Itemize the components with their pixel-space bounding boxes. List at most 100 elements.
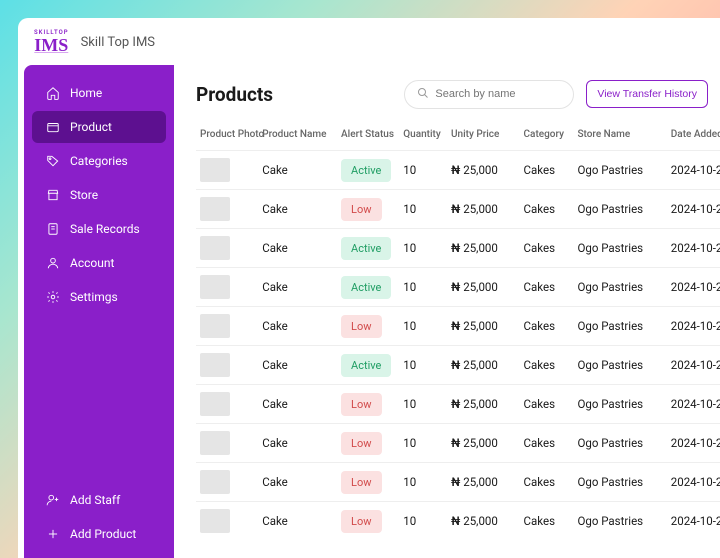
store-name: Ogo Pastries: [573, 424, 666, 463]
status-badge: Low: [341, 471, 381, 494]
table-row[interactable]: CakeActive10₦25,000CakesOgo Pastries2024…: [196, 229, 720, 268]
product-name: Cake: [258, 346, 337, 385]
quantity: 10: [399, 424, 447, 463]
table-row[interactable]: CakeLow10₦25,000CakesOgo Pastries2024-10…: [196, 463, 720, 502]
sidebar-item-add-product[interactable]: Add Product: [32, 518, 166, 550]
table-row[interactable]: CakeLow10₦25,000CakesOgo Pastries2024-10…: [196, 502, 720, 541]
date-added: 2024-10-25: [667, 151, 720, 190]
quantity: 10: [399, 229, 447, 268]
status-badge: Low: [341, 510, 381, 533]
quantity: 10: [399, 385, 447, 424]
category: Cakes: [520, 385, 574, 424]
search-input[interactable]: [435, 88, 561, 100]
plus-icon: [46, 527, 60, 541]
product-thumbnail: [200, 158, 230, 182]
category: Cakes: [520, 463, 574, 502]
column-header: Quantity: [399, 123, 447, 151]
category: Cakes: [520, 229, 574, 268]
topbar: SKILLTOP IMS Skill Top IMS: [18, 18, 720, 65]
quantity: 10: [399, 268, 447, 307]
store-name: Ogo Pastries: [573, 502, 666, 541]
sidebar-item-settimgs[interactable]: Settimgs: [32, 281, 166, 313]
unit-price: ₦25,000: [447, 346, 520, 385]
column-header: Store Name: [573, 123, 666, 151]
product-thumbnail: [200, 197, 230, 221]
unit-price: ₦25,000: [447, 190, 520, 229]
store-name: Ogo Pastries: [573, 190, 666, 229]
product-name: Cake: [258, 268, 337, 307]
naira-icon: ₦: [451, 475, 460, 489]
sidebar-item-store[interactable]: Store: [32, 179, 166, 211]
status-badge: Low: [341, 315, 381, 338]
category: Cakes: [520, 268, 574, 307]
unit-price: ₦25,000: [447, 229, 520, 268]
status-badge: Active: [341, 159, 391, 182]
status-badge: Low: [341, 393, 381, 416]
category: Cakes: [520, 307, 574, 346]
product-thumbnail: [200, 275, 230, 299]
unit-price: ₦25,000: [447, 307, 520, 346]
column-header: Product Name: [258, 123, 337, 151]
product-thumbnail: [200, 470, 230, 494]
tag-icon: [46, 154, 60, 168]
naira-icon: ₦: [451, 280, 460, 294]
column-header: Alert Status: [337, 123, 399, 151]
sidebar-item-label: Store: [70, 188, 98, 202]
quantity: 10: [399, 151, 447, 190]
date-added: 2024-10-25: [667, 229, 720, 268]
receipt-icon: [46, 222, 60, 236]
search-box[interactable]: [404, 80, 574, 109]
status-badge: Active: [341, 354, 391, 377]
date-added: 2024-10-25: [667, 502, 720, 541]
quantity: 10: [399, 346, 447, 385]
page-title: Products: [196, 83, 392, 106]
main: Products View Transfer History Produc: [174, 65, 720, 558]
table-row[interactable]: CakeLow10₦25,000CakesOgo Pastries2024-10…: [196, 307, 720, 346]
sidebar-item-label: Settimgs: [70, 290, 118, 304]
user-plus-icon: [46, 493, 60, 507]
table-row[interactable]: CakeActive10₦25,000CakesOgo Pastries2024…: [196, 151, 720, 190]
sidebar-item-categories[interactable]: Categories: [32, 145, 166, 177]
date-added: 2024-10-25: [667, 268, 720, 307]
sidebar-item-sale-records[interactable]: Sale Records: [32, 213, 166, 245]
product-name: Cake: [258, 151, 337, 190]
column-header: Category: [520, 123, 574, 151]
store-icon: [46, 188, 60, 202]
logo: SKILLTOP IMS: [34, 30, 69, 54]
naira-icon: ₦: [451, 202, 460, 216]
product-name: Cake: [258, 385, 337, 424]
table-row[interactable]: CakeActive10₦25,000CakesOgo Pastries2024…: [196, 268, 720, 307]
unit-price: ₦25,000: [447, 268, 520, 307]
product-name: Cake: [258, 424, 337, 463]
naira-icon: ₦: [451, 436, 460, 450]
status-badge: Active: [341, 237, 391, 260]
table-row[interactable]: CakeLow10₦25,000CakesOgo Pastries2024-10…: [196, 190, 720, 229]
sidebar: Home Product Categories Store Sale RecordsAc…: [24, 65, 174, 558]
quantity: 10: [399, 307, 447, 346]
product-name: Cake: [258, 463, 337, 502]
date-added: 2024-10-25: [667, 385, 720, 424]
product-name: Cake: [258, 229, 337, 268]
quantity: 10: [399, 463, 447, 502]
sidebar-item-account[interactable]: Account: [32, 247, 166, 279]
date-added: 2024-10-25: [667, 307, 720, 346]
store-name: Ogo Pastries: [573, 346, 666, 385]
app-title: Skill Top IMS: [81, 35, 155, 50]
unit-price: ₦25,000: [447, 424, 520, 463]
sidebar-item-home[interactable]: Home: [32, 77, 166, 109]
sidebar-item-add-staff[interactable]: Add Staff: [32, 484, 166, 516]
naira-icon: ₦: [451, 241, 460, 255]
store-name: Ogo Pastries: [573, 268, 666, 307]
product-thumbnail: [200, 236, 230, 260]
product-thumbnail: [200, 392, 230, 416]
unit-price: ₦25,000: [447, 502, 520, 541]
view-transfer-history-button[interactable]: View Transfer History: [586, 80, 708, 108]
category: Cakes: [520, 424, 574, 463]
table-row[interactable]: CakeLow10₦25,000CakesOgo Pastries2024-10…: [196, 385, 720, 424]
product-name: Cake: [258, 502, 337, 541]
sidebar-item-label: Categories: [70, 154, 128, 168]
sidebar-item-label: Home: [70, 86, 102, 100]
sidebar-item-product[interactable]: Product: [32, 111, 166, 143]
table-row[interactable]: CakeActive10₦25,000CakesOgo Pastries2024…: [196, 346, 720, 385]
table-row[interactable]: CakeLow10₦25,000CakesOgo Pastries2024-10…: [196, 424, 720, 463]
